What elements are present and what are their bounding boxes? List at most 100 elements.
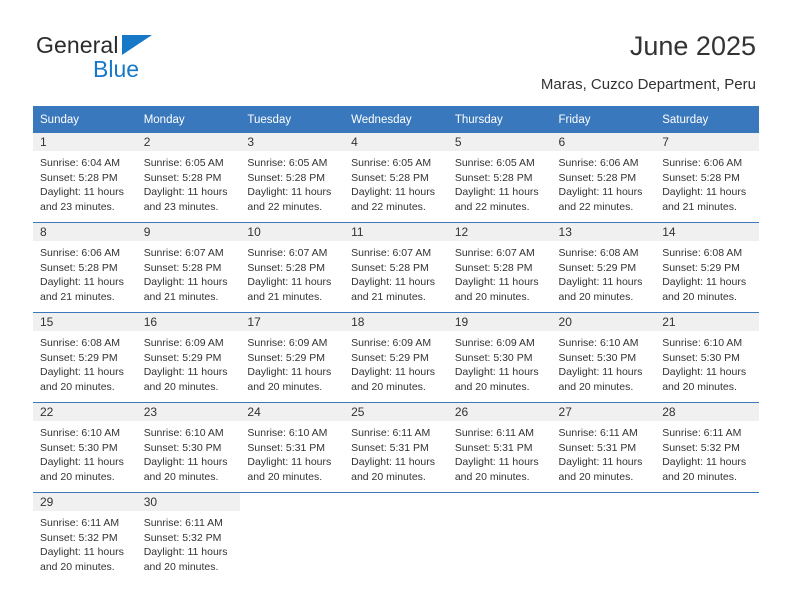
day-cell[interactable]: 29 Sunrise: 6:11 AM Sunset: 5:32 PM Dayl… xyxy=(33,492,137,582)
day-cell[interactable]: 2 Sunrise: 6:05 AM Sunset: 5:28 PM Dayli… xyxy=(136,133,241,223)
day-cell[interactable]: 6 Sunrise: 6:06 AM Sunset: 5:28 PM Dayli… xyxy=(551,133,656,223)
weekday-header-row: Sunday Monday Tuesday Wednesday Thursday… xyxy=(33,106,759,133)
day-cell[interactable]: 10 Sunrise: 6:07 AM Sunset: 5:28 PM Dayl… xyxy=(240,222,345,313)
daylight-text-line2: and 22 minutes. xyxy=(454,200,530,213)
day-cell[interactable]: 30 Sunrise: 6:11 AM Sunset: 5:32 PM Dayl… xyxy=(136,492,241,582)
daylight-text-line1: Daylight: 11 hours xyxy=(662,276,747,289)
day-cell-empty xyxy=(447,492,552,582)
day-cell[interactable]: 14 Sunrise: 6:08 AM Sunset: 5:29 PM Dayl… xyxy=(655,222,759,313)
day-cell[interactable]: 22 Sunrise: 6:10 AM Sunset: 5:30 PM Dayl… xyxy=(33,402,137,493)
day-cell[interactable]: 16 Sunrise: 6:09 AM Sunset: 5:29 PM Dayl… xyxy=(136,312,241,403)
day-cell[interactable]: 23 Sunrise: 6:10 AM Sunset: 5:30 PM Dayl… xyxy=(136,402,241,493)
day-number: 19 xyxy=(447,313,552,331)
day-cell[interactable]: 25 Sunrise: 6:11 AM Sunset: 5:31 PM Dayl… xyxy=(344,402,448,493)
day-number: 6 xyxy=(551,133,656,151)
sunrise-text: Sunrise: 6:08 AM xyxy=(558,247,639,259)
day-cell[interactable]: 26 Sunrise: 6:11 AM Sunset: 5:31 PM Dayl… xyxy=(447,402,552,493)
calendar-week-row: 29 Sunrise: 6:11 AM Sunset: 5:32 PM Dayl… xyxy=(33,492,759,582)
sunset-text: Sunset: 5:31 PM xyxy=(558,441,637,454)
day-number: 4 xyxy=(344,133,448,151)
sunrise-text: Sunrise: 6:09 AM xyxy=(247,337,328,349)
sunrise-text: Sunrise: 6:05 AM xyxy=(351,157,432,169)
day-number: 21 xyxy=(655,313,759,331)
day-number: 9 xyxy=(136,223,241,241)
day-details: Sunrise: 6:07 AM Sunset: 5:28 PM Dayligh… xyxy=(137,241,241,304)
page-subtitle-location: Maras, Cuzco Department, Peru xyxy=(540,76,756,93)
sunrise-text: Sunrise: 6:11 AM xyxy=(662,427,742,439)
sunset-text: Sunset: 5:30 PM xyxy=(454,351,533,364)
day-cell[interactable]: 15 Sunrise: 6:08 AM Sunset: 5:29 PM Dayl… xyxy=(33,312,137,403)
day-details: Sunrise: 6:05 AM Sunset: 5:28 PM Dayligh… xyxy=(240,151,344,214)
sunset-text: Sunset: 5:31 PM xyxy=(351,441,429,454)
calendar-page: General Blue June 2025 Maras, Cuzco Depa… xyxy=(0,0,792,612)
day-cell-empty xyxy=(240,492,345,582)
weekday-header-wednesday: Wednesday xyxy=(344,106,448,133)
sunrise-text: Sunrise: 6:09 AM xyxy=(351,337,432,349)
daylight-text-line2: and 22 minutes. xyxy=(558,200,634,213)
weekday-header-monday: Monday xyxy=(136,106,241,133)
day-number: 14 xyxy=(655,223,759,241)
sunset-text: Sunset: 5:29 PM xyxy=(143,351,222,364)
day-cell[interactable]: 13 Sunrise: 6:08 AM Sunset: 5:29 PM Dayl… xyxy=(551,222,656,313)
day-cell[interactable]: 3 Sunrise: 6:05 AM Sunset: 5:28 PM Dayli… xyxy=(240,133,345,223)
day-cell[interactable]: 4 Sunrise: 6:05 AM Sunset: 5:28 PM Dayli… xyxy=(344,133,448,223)
day-cell[interactable]: 28 Sunrise: 6:11 AM Sunset: 5:32 PM Dayl… xyxy=(655,402,759,493)
daylight-text-line1: Daylight: 11 hours xyxy=(558,456,643,469)
sunrise-text: Sunrise: 6:05 AM xyxy=(454,157,535,169)
sunrise-text: Sunrise: 6:04 AM xyxy=(40,157,120,169)
calendar-week-row: 15 Sunrise: 6:08 AM Sunset: 5:29 PM Dayl… xyxy=(33,312,759,403)
weekday-header-sunday: Sunday xyxy=(33,106,137,133)
day-details: Sunrise: 6:06 AM Sunset: 5:28 PM Dayligh… xyxy=(655,151,759,214)
sunset-text: Sunset: 5:28 PM xyxy=(143,261,222,274)
daylight-text-line1: Daylight: 11 hours xyxy=(247,186,332,199)
day-cell[interactable]: 8 Sunrise: 6:06 AM Sunset: 5:28 PM Dayli… xyxy=(33,222,137,313)
day-cell[interactable]: 5 Sunrise: 6:05 AM Sunset: 5:28 PM Dayli… xyxy=(447,133,552,223)
day-cell[interactable]: 17 Sunrise: 6:09 AM Sunset: 5:29 PM Dayl… xyxy=(240,312,345,403)
daylight-text-line2: and 20 minutes. xyxy=(454,470,530,483)
sunrise-text: Sunrise: 6:09 AM xyxy=(454,337,535,349)
day-number: 17 xyxy=(240,313,345,331)
daylight-text-line2: and 20 minutes. xyxy=(247,470,323,483)
day-cell[interactable]: 7 Sunrise: 6:06 AM Sunset: 5:28 PM Dayli… xyxy=(655,133,759,223)
daylight-text-line2: and 23 minutes. xyxy=(40,200,115,213)
day-number: 30 xyxy=(136,493,241,511)
calendar-body: 1 Sunrise: 6:04 AM Sunset: 5:28 PM Dayli… xyxy=(33,133,759,582)
sunset-text: Sunset: 5:29 PM xyxy=(558,261,637,274)
day-cell[interactable]: 1 Sunrise: 6:04 AM Sunset: 5:28 PM Dayli… xyxy=(33,133,137,223)
daylight-text-line1: Daylight: 11 hours xyxy=(454,366,539,379)
day-details: Sunrise: 6:11 AM Sunset: 5:31 PM Dayligh… xyxy=(344,421,448,484)
day-cell[interactable]: 12 Sunrise: 6:07 AM Sunset: 5:28 PM Dayl… xyxy=(447,222,552,313)
day-cell[interactable]: 21 Sunrise: 6:10 AM Sunset: 5:30 PM Dayl… xyxy=(655,312,759,403)
day-details: Sunrise: 6:10 AM Sunset: 5:31 PM Dayligh… xyxy=(240,421,344,484)
sunset-text: Sunset: 5:32 PM xyxy=(662,441,740,454)
daylight-text-line1: Daylight: 11 hours xyxy=(454,186,539,199)
day-number: 23 xyxy=(136,403,241,421)
day-cell[interactable]: 9 Sunrise: 6:07 AM Sunset: 5:28 PM Dayli… xyxy=(136,222,241,313)
daylight-text-line1: Daylight: 11 hours xyxy=(40,186,124,199)
daylight-text-line2: and 21 minutes. xyxy=(662,200,737,213)
day-cell[interactable]: 18 Sunrise: 6:09 AM Sunset: 5:29 PM Dayl… xyxy=(344,312,448,403)
triangle-logo-icon xyxy=(122,35,152,55)
daylight-text-line2: and 20 minutes. xyxy=(558,470,634,483)
day-details: Sunrise: 6:11 AM Sunset: 5:32 PM Dayligh… xyxy=(33,511,137,574)
day-cell[interactable]: 27 Sunrise: 6:11 AM Sunset: 5:31 PM Dayl… xyxy=(551,402,656,493)
day-number: 5 xyxy=(447,133,552,151)
sunset-text: Sunset: 5:28 PM xyxy=(558,171,637,184)
day-details: Sunrise: 6:08 AM Sunset: 5:29 PM Dayligh… xyxy=(655,241,759,304)
sunrise-text: Sunrise: 6:11 AM xyxy=(40,517,120,529)
day-number xyxy=(655,493,759,511)
day-details: Sunrise: 6:07 AM Sunset: 5:28 PM Dayligh… xyxy=(344,241,448,304)
day-cell[interactable]: 24 Sunrise: 6:10 AM Sunset: 5:31 PM Dayl… xyxy=(240,402,345,493)
day-details: Sunrise: 6:11 AM Sunset: 5:32 PM Dayligh… xyxy=(137,511,241,574)
sunrise-text: Sunrise: 6:07 AM xyxy=(454,247,535,259)
sunrise-text: Sunrise: 6:11 AM xyxy=(143,517,223,529)
daylight-text-line1: Daylight: 11 hours xyxy=(558,276,643,289)
day-cell[interactable]: 11 Sunrise: 6:07 AM Sunset: 5:28 PM Dayl… xyxy=(344,222,448,313)
daylight-text-line1: Daylight: 11 hours xyxy=(558,186,643,199)
daylight-text-line1: Daylight: 11 hours xyxy=(40,456,124,469)
day-cell[interactable]: 19 Sunrise: 6:09 AM Sunset: 5:30 PM Dayl… xyxy=(447,312,552,403)
logo-text-general: General xyxy=(36,32,119,58)
calendar-header-row-group: Sunday Monday Tuesday Wednesday Thursday… xyxy=(33,106,759,133)
daylight-text-line2: and 20 minutes. xyxy=(454,290,530,303)
day-cell[interactable]: 20 Sunrise: 6:10 AM Sunset: 5:30 PM Dayl… xyxy=(551,312,656,403)
